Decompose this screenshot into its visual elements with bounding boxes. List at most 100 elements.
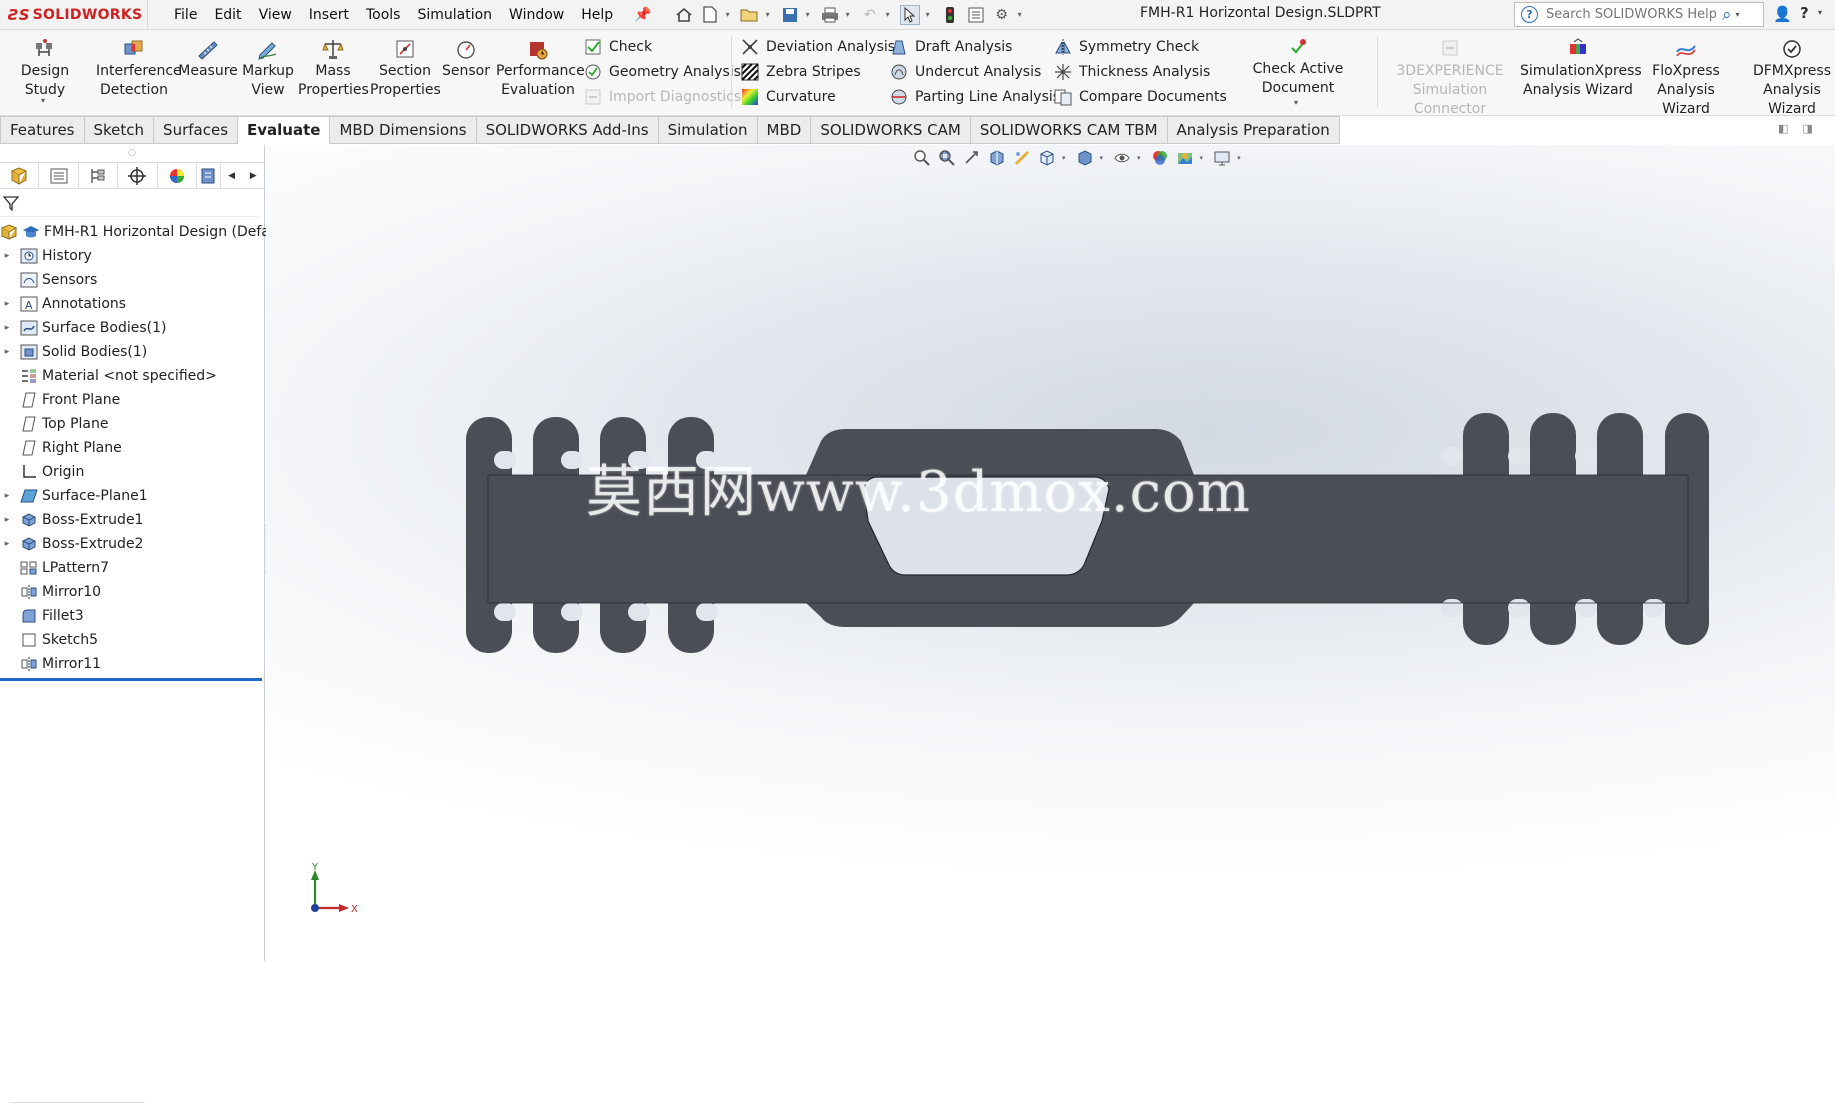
tree-item-mirror11[interactable]: Mirror11 (0, 652, 264, 676)
menu-help[interactable]: Help (581, 7, 613, 23)
tab-solidworks-cam[interactable]: SOLIDWORKS CAM (811, 116, 971, 144)
open-dropdown-icon[interactable]: ▾ (766, 10, 774, 19)
sensor-button[interactable]: Sensor (440, 38, 492, 81)
tree-item-history[interactable]: ▸ History (0, 244, 264, 268)
panel-tabs-scroll-left-icon[interactable]: ◀ (221, 163, 243, 189)
tree-item-origin[interactable]: Origin (0, 460, 264, 484)
3dexperience-simulation-connector-button[interactable]: 3DEXPERIENCE Simulation Connector (1380, 38, 1520, 119)
expand-arrow-icon[interactable]: ▸ (0, 515, 14, 525)
expand-arrow-icon[interactable]: ▸ (0, 539, 14, 549)
tab-evaluate[interactable]: Evaluate (238, 116, 331, 144)
print-dropdown-icon[interactable]: ▾ (846, 10, 854, 19)
options-gear-icon[interactable]: ⚙ (992, 5, 1012, 25)
tree-item-mirror10[interactable]: Mirror10 (0, 580, 264, 604)
configurationmanager-tab[interactable] (79, 163, 119, 189)
menu-edit[interactable]: Edit (214, 7, 241, 23)
parting-line-analysis-button[interactable]: Parting Line Analysis (890, 88, 1060, 106)
tab-sketch[interactable]: Sketch (84, 116, 155, 144)
geometry-analysis-button[interactable]: Geometry Analysis (584, 63, 741, 81)
floxpress-button[interactable]: FloXpress Analysis Wizard (1636, 38, 1736, 119)
check-active-document-button[interactable]: Check Active Document (1222, 36, 1374, 98)
expand-arrow-icon[interactable]: ▸ (0, 299, 14, 309)
restore-viewport-icon[interactable]: ◧ (1778, 122, 1788, 135)
curvature-button[interactable]: Curvature (741, 88, 836, 106)
help-menu-icon[interactable]: ? (1800, 4, 1809, 22)
undercut-analysis-button[interactable]: Undercut Analysis (890, 63, 1041, 81)
tree-item-sensors[interactable]: Sensors (0, 268, 264, 292)
tree-item-sketch5[interactable]: Sketch5 (0, 628, 264, 652)
check-button[interactable]: Check (584, 38, 652, 56)
tab-mbd[interactable]: MBD (757, 116, 812, 144)
solidworks-logo[interactable]: ƧS SOLIDWORKS (0, 0, 148, 30)
tree-item-front-plane[interactable]: Front Plane (0, 388, 264, 412)
performance-evaluation-button[interactable]: Performance Evaluation (496, 38, 585, 100)
tab-surfaces[interactable]: Surfaces (154, 116, 239, 144)
menu-tools[interactable]: Tools (366, 7, 401, 23)
simulationxpress-button[interactable]: SimulationXpress Analysis Wizard (1520, 38, 1642, 100)
rollback-bar[interactable] (0, 678, 262, 681)
interference-detection-button[interactable]: Interference Detection (96, 38, 182, 100)
design-study-dropdown-icon[interactable]: ▾ (41, 96, 45, 105)
file-properties-icon[interactable] (966, 5, 986, 25)
tree-item-material[interactable]: Material <not specified> (0, 364, 264, 388)
featuremanager-tab[interactable] (0, 163, 40, 189)
tab-analysis-preparation[interactable]: Analysis Preparation (1167, 116, 1340, 144)
menu-simulation[interactable]: Simulation (417, 7, 492, 23)
undo-dropdown-icon[interactable]: ▾ (886, 10, 894, 19)
panel-splitter-grip[interactable]: ○ (0, 145, 264, 162)
expand-arrow-icon[interactable]: ▸ (0, 491, 14, 501)
filter-icon[interactable] (3, 195, 19, 211)
tree-root-part[interactable]: FMH-R1 Horizontal Design (Defa (0, 220, 270, 244)
markup-view-button[interactable]: Markup View (238, 38, 298, 100)
compare-documents-button[interactable]: Compare Documents (1054, 88, 1227, 106)
dfmxpress-button[interactable]: DFMXpress Analysis Wizard (1742, 38, 1835, 119)
part-model-view[interactable] (266, 145, 1835, 961)
tab-solidworks-add-ins[interactable]: SOLIDWORKS Add-Ins (476, 116, 659, 144)
save-icon[interactable] (780, 5, 800, 25)
section-properties-button[interactable]: Section Properties (370, 38, 441, 100)
displaymanager-tab[interactable] (158, 163, 198, 189)
home-icon[interactable] (674, 5, 694, 25)
draft-analysis-button[interactable]: Draft Analysis (890, 38, 1012, 56)
help-dropdown-icon[interactable]: ▾ (1818, 8, 1822, 17)
tree-item-right-plane[interactable]: Right Plane (0, 436, 264, 460)
tree-item-surface-bodies[interactable]: ▸ Surface Bodies(1) (0, 316, 264, 340)
select-pointer-icon[interactable] (899, 4, 920, 25)
options-dropdown-icon[interactable]: ▾ (1018, 10, 1026, 19)
pin-menu-icon[interactable]: 📌 (634, 7, 651, 23)
expand-arrow-icon[interactable]: ▸ (0, 347, 14, 357)
tab-mbd-dimensions[interactable]: MBD Dimensions (330, 116, 477, 144)
user-icon[interactable]: 👤 (1773, 5, 1792, 23)
import-diagnostics-button[interactable]: Import Diagnostics (584, 88, 741, 106)
symmetry-check-button[interactable]: Symmetry Check (1054, 38, 1199, 56)
measure-button[interactable]: Measure (178, 38, 238, 81)
propertymanager-tab[interactable] (39, 163, 79, 189)
tab-simulation[interactable]: Simulation (658, 116, 758, 144)
thickness-analysis-button[interactable]: Thickness Analysis (1054, 63, 1210, 81)
search-dropdown-icon[interactable]: ▾ (1736, 10, 1740, 19)
tree-item-solid-bodies[interactable]: ▸ Solid Bodies(1) (0, 340, 264, 364)
tree-item-fillet3[interactable]: Fillet3 (0, 604, 264, 628)
print-icon[interactable] (820, 5, 840, 25)
menu-window[interactable]: Window (509, 7, 564, 23)
design-study-button[interactable]: Design Study (2, 38, 88, 100)
new-document-icon[interactable] (700, 5, 720, 25)
rebuild-traffic-light-icon[interactable] (940, 5, 960, 25)
menu-insert[interactable]: Insert (309, 7, 349, 23)
tree-item-annotations[interactable]: ▸ A Annotations (0, 292, 264, 316)
tab-solidworks-cam-tbm[interactable]: SOLIDWORKS CAM TBM (970, 116, 1168, 144)
tree-item-top-plane[interactable]: Top Plane (0, 412, 264, 436)
search-icon[interactable]: ⌕ (1722, 5, 1732, 25)
tree-item-boss-extrude1[interactable]: ▸ Boss-Extrude1 (0, 508, 264, 532)
help-circle-icon[interactable]: ? (1521, 6, 1538, 23)
zebra-stripes-button[interactable]: Zebra Stripes (741, 63, 861, 81)
maximize-viewport-icon[interactable]: ◨ (1802, 122, 1812, 135)
tree-item-boss-extrude2[interactable]: ▸ Boss-Extrude2 (0, 532, 264, 556)
graphics-area[interactable]: ▾ ▾ ▾ ▾ ▾ 莫西网www.3dmox.com Y X (266, 145, 1835, 961)
menu-file[interactable]: File (174, 7, 197, 23)
tree-item-surface-plane1[interactable]: ▸ Surface-Plane1 (0, 484, 264, 508)
panel-tabs-scroll-right-icon[interactable]: ▶ (242, 163, 264, 189)
undo-icon[interactable]: ↶ (860, 5, 880, 25)
expand-arrow-icon[interactable]: ▸ (0, 323, 14, 333)
tree-item-lpattern7[interactable]: LPattern7 (0, 556, 264, 580)
